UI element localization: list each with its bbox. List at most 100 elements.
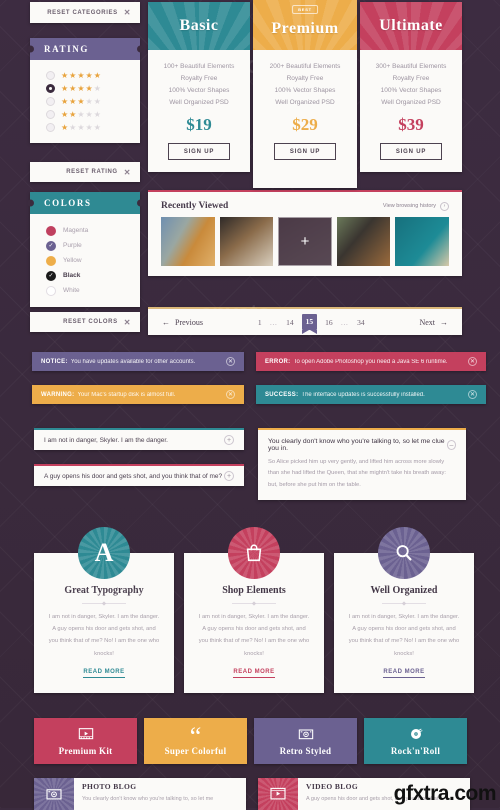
view-browsing-history-label: View browsing history bbox=[382, 203, 436, 209]
reset-colors-bar[interactable]: RESET COLORS ✕ bbox=[30, 312, 140, 332]
tile-label: Rock'n'Roll bbox=[390, 745, 441, 756]
accordion-item-collapsed-2[interactable]: A guy opens his door and gets shot, and … bbox=[34, 464, 244, 486]
colors-widget-header: COLORS bbox=[30, 192, 140, 214]
reset-rating-bar[interactable]: RESET RATING ✕ bbox=[30, 162, 140, 182]
reset-categories-bar[interactable]: RESET CATEGORIES ✕ bbox=[30, 2, 140, 23]
rating-radio[interactable] bbox=[46, 97, 55, 106]
close-icon[interactable]: ✕ bbox=[468, 357, 477, 366]
plan-name: Ultimate bbox=[379, 17, 443, 34]
close-icon[interactable]: ✕ bbox=[124, 168, 131, 177]
pagination-previous-label: Previous bbox=[175, 317, 203, 327]
color-option[interactable]: Yellow bbox=[30, 253, 140, 268]
rating-radio[interactable] bbox=[46, 110, 55, 119]
close-icon[interactable]: ✕ bbox=[124, 318, 131, 327]
pagination-previous[interactable]: ← Previous bbox=[162, 318, 203, 327]
alert-label: SUCCESS: bbox=[265, 391, 299, 398]
signup-button[interactable]: SIGN UP bbox=[168, 143, 230, 160]
rating-option[interactable]: ★ ★ ★ ★ ★ bbox=[30, 108, 140, 121]
recently-viewed-thumbnails bbox=[148, 217, 462, 276]
plus-icon[interactable]: + bbox=[224, 435, 234, 445]
color-option[interactable]: White bbox=[30, 283, 140, 298]
plus-icon[interactable]: + bbox=[224, 471, 234, 481]
rating-radio-selected[interactable] bbox=[46, 84, 55, 93]
alert-label: ERROR: bbox=[265, 358, 291, 365]
colors-widget-title: COLORS bbox=[44, 198, 92, 208]
pagination-next[interactable]: Next → bbox=[419, 318, 448, 327]
tile-super-colorful[interactable]: “ Super Colorful bbox=[144, 718, 247, 764]
color-label: Yellow bbox=[63, 257, 82, 264]
blog-card-photo[interactable]: PHOTO BLOG You clearly don't know who yo… bbox=[34, 778, 246, 810]
rating-stars: ★ ★ ★ ★ ★ bbox=[61, 96, 101, 106]
rating-radio[interactable] bbox=[46, 123, 55, 132]
signup-button[interactable]: SIGN UP bbox=[380, 143, 442, 160]
pagination-page-current[interactable]: 15 bbox=[301, 314, 318, 334]
plan-name: Basic bbox=[179, 17, 219, 34]
read-more-link[interactable]: READ MORE bbox=[233, 669, 275, 678]
color-option[interactable]: Magenta bbox=[30, 223, 140, 238]
accordion-header[interactable]: I am not in danger, Skyler. I am the dan… bbox=[34, 430, 244, 450]
colors-widget-body: Magenta ✓ Purple Yellow ✓ Black White bbox=[30, 214, 140, 307]
pagination-next-label: Next bbox=[419, 317, 435, 327]
pagination: ← Previous 1 … 14 15 16 … 34 Next → bbox=[148, 307, 462, 335]
reset-colors-label: RESET COLORS bbox=[63, 319, 118, 325]
close-icon[interactable]: ✕ bbox=[468, 390, 477, 399]
tile-rock-n-roll[interactable]: Rock'n'Roll bbox=[364, 718, 467, 764]
chevron-right-icon[interactable]: › bbox=[440, 201, 449, 211]
thumbnail-boots[interactable] bbox=[336, 217, 391, 266]
vinyl-icon bbox=[410, 728, 422, 739]
tile-premium-kit[interactable]: Premium Kit bbox=[34, 718, 137, 764]
pagination-page-14[interactable]: 14 bbox=[286, 318, 294, 327]
signup-button[interactable]: SIGN UP bbox=[274, 143, 336, 160]
accordion-header[interactable]: You clearly don't know who you're talkin… bbox=[258, 430, 466, 457]
thumbnail-add-more[interactable] bbox=[278, 217, 332, 266]
camera-glyph bbox=[46, 789, 62, 800]
pricing-card-basic: Basic 100+ Beautiful Elements Royalty Fr… bbox=[148, 2, 250, 172]
close-icon[interactable]: ✕ bbox=[226, 390, 235, 399]
color-swatch-magenta[interactable] bbox=[46, 225, 56, 236]
magnifier-glyph bbox=[396, 545, 412, 561]
close-icon[interactable]: ✕ bbox=[124, 8, 131, 17]
rating-widget-body: ★★★★★ ★★★★★ ★★★★★ ★★★★★ bbox=[30, 60, 140, 143]
rating-option[interactable]: ★ ★ ★ ★ ★ bbox=[30, 121, 140, 134]
plan-feature: Royalty Free bbox=[180, 74, 218, 82]
alert-warning: WARNING: Your Mac's startup disk is almo… bbox=[32, 385, 244, 404]
color-swatch-white[interactable] bbox=[46, 285, 56, 296]
color-swatch-black[interactable]: ✓ bbox=[46, 270, 56, 281]
read-more-link[interactable]: READ MORE bbox=[383, 669, 425, 678]
view-browsing-history-link[interactable]: View browsing history › bbox=[382, 201, 449, 211]
thumbnail-sunglasses[interactable] bbox=[395, 217, 449, 266]
thumbnail-watch[interactable] bbox=[219, 217, 274, 266]
color-label: Magenta bbox=[63, 227, 89, 234]
rating-option[interactable]: ★ ★ ★ ★ ★ bbox=[30, 95, 140, 108]
color-option[interactable]: ✓ Black bbox=[30, 268, 140, 283]
accordion-header[interactable]: A guy opens his door and gets shot, and … bbox=[34, 466, 244, 486]
rating-widget: RATING ★ ★ ★ ★ ★ ★ ★ ★ ★ ★ ★ ★ ★ ★ ★ ★ ★… bbox=[30, 38, 140, 143]
pricing-header-basic: Basic bbox=[148, 2, 250, 50]
accordion-item-expanded[interactable]: You clearly don't know who you're talkin… bbox=[258, 428, 466, 500]
feature-description: I am not in danger, Skyler. I am the dan… bbox=[48, 614, 160, 657]
pagination-page-34[interactable]: 34 bbox=[357, 318, 365, 327]
divider bbox=[82, 603, 126, 604]
reset-categories-label: RESET CATEGORIES bbox=[47, 9, 118, 16]
film-icon bbox=[78, 727, 93, 739]
accordion-title: I am not in danger, Skyler. I am the dan… bbox=[44, 436, 168, 444]
accordion-item-collapsed-1[interactable]: I am not in danger, Skyler. I am the dan… bbox=[34, 428, 244, 450]
tile-retro-styled[interactable]: Retro Styled bbox=[254, 718, 357, 764]
rating-radio[interactable] bbox=[46, 71, 55, 80]
rating-option[interactable]: ★ ★ ★ ★ ★ bbox=[30, 69, 140, 82]
blog-title: PHOTO BLOG bbox=[82, 782, 137, 791]
pagination-page-1[interactable]: 1 bbox=[258, 318, 262, 327]
pagination-page-16[interactable]: 16 bbox=[325, 318, 333, 327]
thumbnail-snowboard[interactable] bbox=[161, 217, 215, 266]
plan-features: 100+ Beautiful Elements Royalty Free 100… bbox=[148, 50, 250, 110]
color-option[interactable]: ✓ Purple bbox=[30, 238, 140, 253]
color-swatch-purple[interactable]: ✓ bbox=[46, 240, 56, 251]
minus-icon[interactable]: – bbox=[446, 440, 456, 450]
accordion-title: A guy opens his door and gets shot, and … bbox=[44, 472, 223, 480]
color-label: White bbox=[63, 287, 80, 294]
color-swatch-yellow[interactable] bbox=[46, 255, 56, 266]
close-icon[interactable]: ✕ bbox=[226, 357, 235, 366]
read-more-link[interactable]: READ MORE bbox=[83, 669, 125, 678]
rating-option[interactable]: ★ ★ ★ ★ ★ bbox=[30, 82, 140, 95]
alert-success: SUCCESS: The interface updates is succes… bbox=[256, 385, 486, 404]
